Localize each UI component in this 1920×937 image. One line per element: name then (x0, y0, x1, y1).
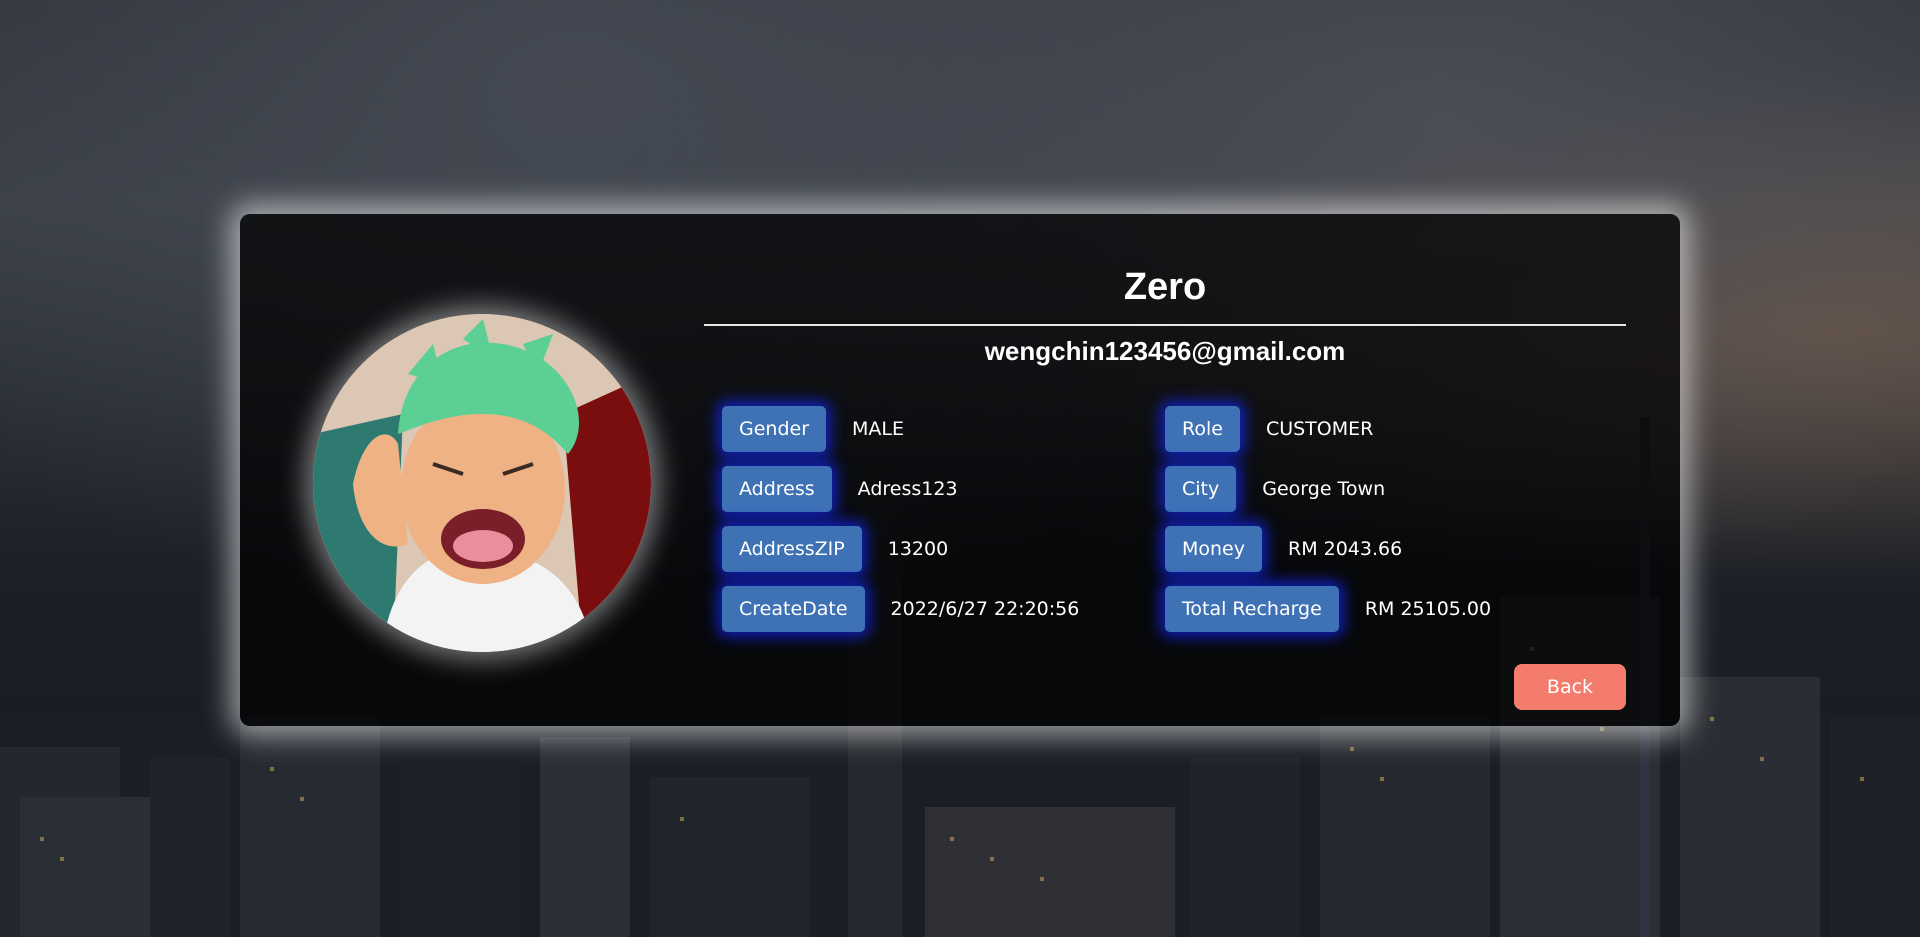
back-button[interactable]: Back (1514, 664, 1626, 710)
field-value: RM 2043.66 (1288, 538, 1403, 560)
field-create-date: CreateDate 2022/6/27 22:20:56 (722, 586, 1079, 632)
field-label-tag: CreateDate (722, 586, 865, 632)
field-city: City George Town (1165, 466, 1385, 512)
field-label-tag: Total Recharge (1165, 586, 1339, 632)
field-label-tag: Money (1165, 526, 1262, 572)
field-label-tag: AddressZIP (722, 526, 862, 572)
profile-email: wengchin123456@gmail.com (984, 336, 1346, 366)
field-value: RM 25105.00 (1364, 598, 1492, 620)
field-value: 13200 (887, 538, 949, 560)
field-gender: Gender MALE (722, 406, 904, 452)
field-value: George Town (1262, 478, 1386, 500)
avatar (313, 314, 651, 652)
field-role: Role CUSTOMER (1165, 406, 1373, 452)
field-total-recharge: Total Recharge RM 25105.00 (1165, 586, 1491, 632)
field-label-tag: Address (722, 466, 832, 512)
profile-name: Zero (1123, 266, 1207, 308)
field-address: Address Adress123 (722, 466, 958, 512)
field-money: Money RM 2043.66 (1165, 526, 1402, 572)
avatar-illustration-icon (313, 314, 651, 652)
field-value: CUSTOMER (1265, 418, 1374, 440)
divider (704, 324, 1626, 326)
field-label-tag: Gender (722, 406, 827, 452)
field-value: Adress123 (857, 478, 958, 500)
field-value: MALE (852, 418, 905, 440)
field-label-tag: City (1165, 466, 1237, 512)
field-address-zip: AddressZIP 13200 (722, 526, 948, 572)
field-label-tag: Role (1165, 406, 1240, 452)
field-value: 2022/6/27 22:20:56 (890, 598, 1080, 620)
